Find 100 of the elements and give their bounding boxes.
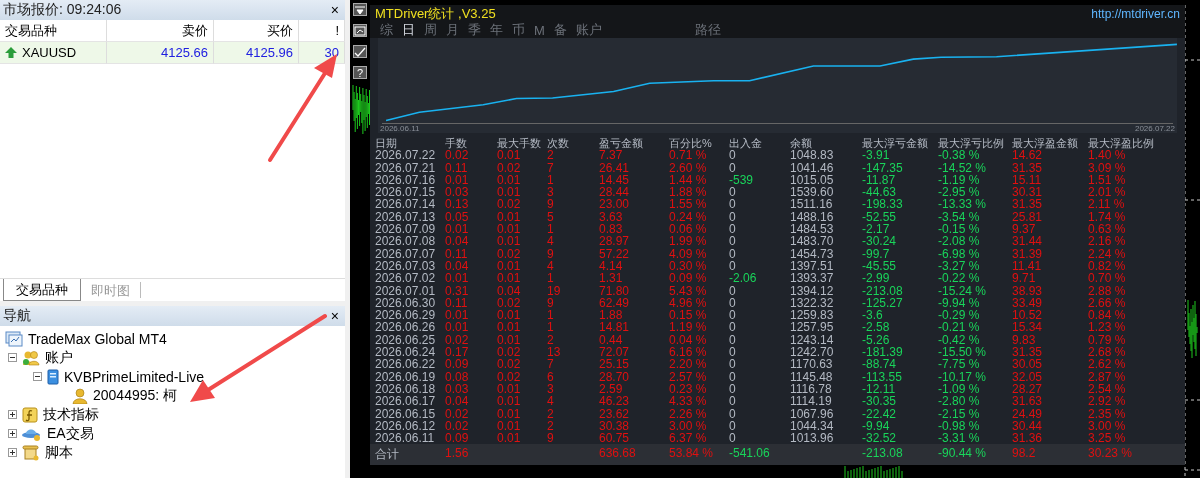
table-cell-text: 0.04 % <box>669 333 708 347</box>
table-cell-text: 2026.07.02 <box>375 272 437 285</box>
table-cell-text: 30.31 <box>1012 186 1044 199</box>
panel-title: 导航 <box>3 307 31 325</box>
expand-toggle[interactable] <box>8 429 17 438</box>
table-cell-text: 72.07 <box>599 346 631 359</box>
tab[interactable]: 交易品种 <box>3 279 81 301</box>
table-cell-text: 0.03 <box>445 382 470 396</box>
collapse-toggle[interactable] <box>33 372 42 381</box>
table-cell-text: 0.01 <box>497 395 522 408</box>
website-link[interactable]: http://mtdriver.cn <box>1091 6 1180 21</box>
table-cell-text: 2026.06.25 <box>375 333 437 347</box>
tree-item[interactable]: EA交易 <box>47 424 94 443</box>
table-cell-text: 28.70 <box>599 370 631 383</box>
tree-item[interactable]: 20044995: 柯 <box>93 386 178 405</box>
people-icon <box>22 349 40 366</box>
table-cell-text: 1067.96 <box>790 407 835 420</box>
toolbar-button[interactable] <box>353 45 367 58</box>
collapse-toggle[interactable] <box>8 353 17 362</box>
table-cell-text: 2026.07.16 <box>375 173 437 187</box>
tree-item[interactable]: 技术指标 <box>43 405 99 424</box>
period-tab[interactable]: 周 <box>422 21 439 39</box>
table-cell-text: 2026.06.29 <box>375 309 437 322</box>
table-cell-text: 2026.07.01 <box>375 284 437 297</box>
table-cell-text: 53.84 % <box>669 446 715 463</box>
table-cell-text: 23.62 <box>599 407 631 420</box>
table-cell-text: 1044.34 <box>790 419 835 433</box>
table-cell-text: 10.52 <box>1012 309 1044 322</box>
table-cell-text: 3.63 <box>599 210 624 224</box>
table-cell-text: 13 <box>547 346 562 359</box>
expand-toggle[interactable] <box>8 410 17 419</box>
column-header: 余额 <box>790 137 812 150</box>
table-cell-text: 5.43 % <box>669 284 708 297</box>
table-cell-text: -99.7 <box>862 247 891 260</box>
table-cell-text: 0.05 <box>445 210 470 224</box>
table-cell-text: 0.11 <box>445 161 469 174</box>
close-button[interactable]: × <box>328 2 341 18</box>
table-cell-text: 0.01 <box>445 223 470 236</box>
table-cell-text: 1488.16 <box>790 210 835 224</box>
toolbar-button[interactable] <box>353 3 367 16</box>
period-tab[interactable]: 币 <box>510 21 527 39</box>
table-cell-text: 0.02 <box>497 198 522 211</box>
table-cell-text: 1116.78 <box>790 382 833 396</box>
table-cell-text: 0.70 % <box>1088 272 1127 285</box>
table-cell-text: 0.79 % <box>1088 333 1127 347</box>
expand-toggle[interactable] <box>8 448 17 457</box>
tree-item[interactable]: 脚本 <box>45 443 73 462</box>
table-cell-text: 1.99 % <box>669 235 708 248</box>
up-arrow-icon <box>5 47 17 58</box>
table-cell-text: -0.38 % <box>938 149 980 162</box>
table-cell-text: -1.19 % <box>938 173 981 187</box>
period-tab[interactable]: 日 <box>400 21 417 39</box>
table-cell-text: 1013.96 <box>790 432 835 445</box>
table-cell-text: 62.49 <box>599 296 631 310</box>
function-icon <box>22 406 38 423</box>
table-cell-text: 0.01 <box>497 407 522 420</box>
column-header: 最大浮亏金额 <box>862 137 928 150</box>
table-cell-text: 2026.07.21 <box>375 161 437 174</box>
table-cell-text: -125.27 <box>862 296 904 310</box>
table-cell-text: -2.99 <box>862 272 891 285</box>
table-cell-text: 0.01 <box>497 235 522 248</box>
table-cell-text: 1484.53 <box>790 223 835 236</box>
period-tab[interactable]: M <box>532 22 547 38</box>
table-cell-text: 0 <box>729 370 737 383</box>
tree-item[interactable]: 账户 <box>45 348 73 367</box>
table-cell-text: -0.98 % <box>938 419 981 433</box>
table-cell-text: 1.23 % <box>1088 321 1127 334</box>
table-cell-text: 1511.16 <box>790 198 834 211</box>
table-cell-text: -90.44 % <box>938 446 988 463</box>
table-cell-text: 1.88 <box>599 309 623 322</box>
table-cell-text: -0.42 % <box>938 333 981 347</box>
toolbar-button[interactable] <box>353 24 367 37</box>
table-cell-text: 2026.07.15 <box>375 186 437 199</box>
period-tab[interactable]: 年 <box>488 21 505 39</box>
period-tab[interactable]: 账户 <box>573 21 604 39</box>
table-cell-text: 0 <box>729 296 737 310</box>
table-cell-text: 4.14 <box>599 259 624 273</box>
column-header: 手数 <box>445 137 467 150</box>
close-button[interactable]: × <box>328 308 341 324</box>
table-cell-text: 2026.06.30 <box>375 296 437 310</box>
help-button[interactable]: ? <box>353 66 367 79</box>
monitor-icon <box>5 330 23 347</box>
table-cell-text: 0 <box>729 259 737 273</box>
tree-item[interactable]: TradeMax Global MT4 <box>28 330 167 347</box>
table-cell-text: 0.01 <box>497 382 522 396</box>
table-cell[interactable]: XAUUSD <box>0 42 107 64</box>
table-cell-text: -9.94 <box>862 419 891 433</box>
table-cell-text: 30.44 <box>1012 419 1044 433</box>
table-cell-text: -2.95 % <box>938 186 980 199</box>
table-cell-text: -30.35 <box>862 395 898 408</box>
period-tab[interactable]: 季 <box>466 21 483 39</box>
table-cell-text: 2.11 % <box>1088 198 1126 211</box>
table-cell-text: 31.36 <box>1012 432 1044 445</box>
period-tab[interactable]: 备 <box>551 21 569 39</box>
table-cell-text: 1454.73 <box>790 247 835 260</box>
period-tab[interactable]: 综 <box>378 21 395 39</box>
tree-item[interactable]: KVBPrimeLimited-Live <box>64 368 205 385</box>
period-tab[interactable]: 月 <box>444 21 461 39</box>
table-cell-text: -2.08 % <box>938 235 981 248</box>
table-cell-text: 0 <box>729 395 737 408</box>
